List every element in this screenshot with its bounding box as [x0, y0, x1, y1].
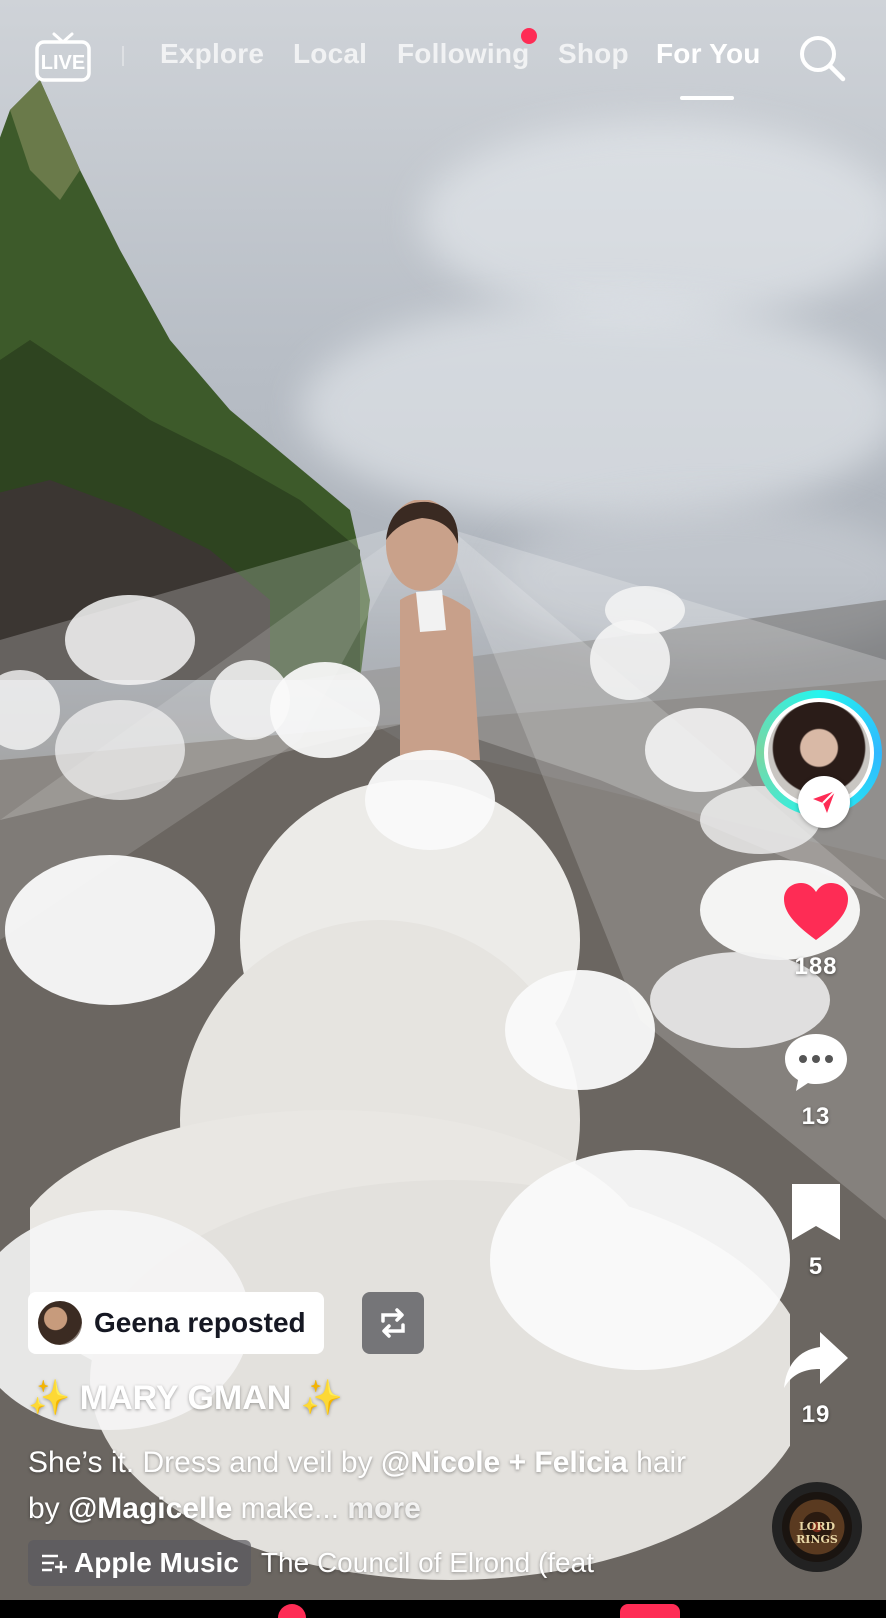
caption-more-link[interactable]: more	[347, 1492, 420, 1525]
like-count: 188	[794, 953, 838, 980]
tab-for-you[interactable]: For You	[656, 38, 761, 70]
music-row[interactable]: Apple Music The Council of Elrond (feat	[28, 1540, 594, 1586]
favorite-button[interactable]: 5	[780, 1182, 852, 1281]
music-title[interactable]: The Council of Elrond (feat	[261, 1547, 594, 1579]
top-nav: LIVE Explore Local Following Shop For Yo…	[0, 0, 886, 110]
bottom-badge-right	[620, 1604, 680, 1618]
share-button[interactable]: 19	[780, 1328, 852, 1429]
tab-shop[interactable]: Shop	[558, 38, 629, 70]
nav-divider	[122, 46, 124, 66]
caption-text-1: She’s it. Dress and veil by	[28, 1446, 381, 1479]
album-art-title: LORD RINGS	[796, 1520, 838, 1546]
reposter-avatar	[38, 1301, 82, 1345]
bookmark-icon	[792, 1184, 840, 1240]
search-icon[interactable]	[796, 32, 848, 84]
repost-chip[interactable]: Geena reposted	[28, 1292, 324, 1354]
tab-following[interactable]: Following	[397, 38, 529, 70]
tab-explore[interactable]: Explore	[160, 38, 264, 70]
like-button[interactable]: 188	[780, 880, 852, 981]
share-arrow-icon	[784, 1332, 848, 1388]
video-frame[interactable]	[0, 0, 886, 1618]
active-tab-indicator	[680, 96, 734, 100]
apple-music-label: Apple Music	[74, 1547, 239, 1578]
live-icon-label: LIVE	[41, 52, 85, 74]
following-notification-dot	[521, 28, 537, 44]
music-disc[interactable]: LORD RINGS	[772, 1482, 862, 1572]
repost-icon	[381, 1308, 405, 1338]
repost-label: Geena reposted	[94, 1307, 306, 1338]
comment-icon	[785, 1034, 847, 1091]
repost-button[interactable]	[362, 1292, 424, 1354]
creator-avatar[interactable]	[756, 690, 882, 828]
comment-button[interactable]: 13	[780, 1030, 852, 1131]
playlist-add-icon	[42, 1554, 67, 1573]
bottom-bar-edge	[0, 1600, 886, 1618]
comment-count: 13	[801, 1103, 831, 1130]
caption-mention-1[interactable]: @Nicole + Felicia	[381, 1446, 628, 1479]
share-count: 19	[801, 1401, 831, 1428]
repost-send-badge[interactable]	[798, 776, 850, 828]
tab-local[interactable]: Local	[293, 38, 367, 70]
heart-icon	[784, 883, 848, 940]
favorite-count: 5	[808, 1253, 824, 1280]
caption-text-3: make...	[232, 1492, 340, 1525]
apple-music-chip[interactable]: Apple Music	[28, 1540, 251, 1586]
author-name[interactable]: ✨ MARY GMAN ✨	[28, 1378, 343, 1418]
send-arrow-icon	[813, 790, 836, 813]
post-caption[interactable]: She’s it. Dress and veil by @Nicole + Fe…	[28, 1440, 688, 1532]
caption-mention-2[interactable]: @Magicelle	[68, 1492, 232, 1525]
live-icon[interactable]: LIVE	[34, 30, 92, 84]
